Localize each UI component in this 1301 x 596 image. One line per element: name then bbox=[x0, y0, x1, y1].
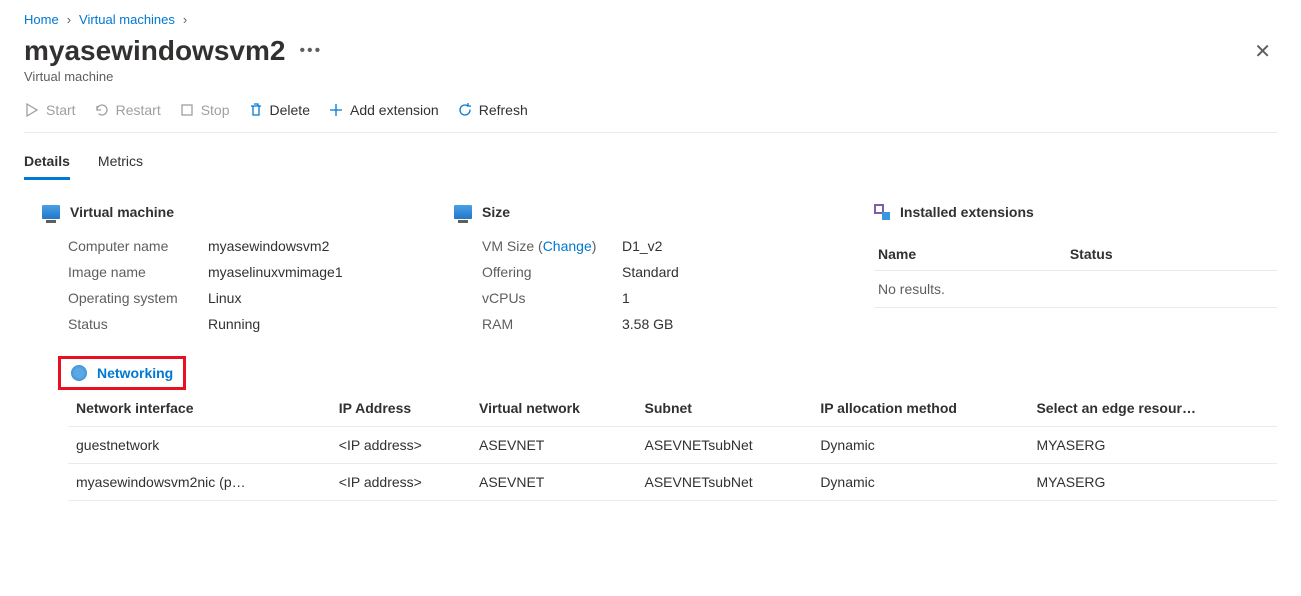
command-bar: Start Restart Stop Delete Add extension … bbox=[24, 102, 1277, 133]
section-heading-extensions: Installed extensions bbox=[874, 204, 1277, 220]
net-col-ip[interactable]: IP Address bbox=[331, 390, 471, 427]
table-row[interactable]: myasewindowsvm2nic (p… <IP address> ASEV… bbox=[68, 464, 1277, 501]
more-menu-icon[interactable]: ••• bbox=[299, 43, 322, 59]
chevron-right-icon: › bbox=[183, 12, 187, 27]
vm-icon bbox=[454, 205, 472, 219]
cell-ip: <IP address> bbox=[331, 427, 471, 464]
label-vm-size: VM Size (Change) bbox=[482, 238, 622, 254]
label-ram: RAM bbox=[482, 316, 622, 332]
cell-ip: <IP address> bbox=[331, 464, 471, 501]
label-computer-name: Computer name bbox=[68, 238, 208, 254]
page-title: myasewindowsvm2 bbox=[24, 35, 285, 67]
net-col-subnet[interactable]: Subnet bbox=[637, 390, 813, 427]
label-image-name: Image name bbox=[68, 264, 208, 280]
networking-table: Network interface IP Address Virtual net… bbox=[68, 390, 1277, 501]
stop-icon bbox=[179, 102, 195, 118]
cell-edge: MYASERG bbox=[1028, 464, 1277, 501]
close-icon[interactable]: ✕ bbox=[1248, 35, 1277, 68]
section-heading-networking[interactable]: Networking bbox=[71, 365, 173, 381]
extensions-empty: No results. bbox=[874, 271, 1277, 308]
label-status: Status bbox=[68, 316, 208, 332]
tab-details[interactable]: Details bbox=[24, 153, 70, 180]
start-button[interactable]: Start bbox=[24, 102, 76, 118]
play-icon bbox=[24, 102, 40, 118]
section-heading-size: Size bbox=[454, 204, 834, 220]
cell-alloc: Dynamic bbox=[812, 464, 1028, 501]
net-col-nic[interactable]: Network interface bbox=[68, 390, 331, 427]
delete-button[interactable]: Delete bbox=[248, 102, 310, 118]
globe-icon bbox=[71, 365, 87, 381]
refresh-button[interactable]: Refresh bbox=[457, 102, 528, 118]
add-extension-button[interactable]: Add extension bbox=[328, 102, 439, 118]
cell-vnet: ASEVNET bbox=[471, 427, 637, 464]
change-size-link[interactable]: Change bbox=[543, 238, 592, 254]
extensions-icon bbox=[874, 204, 890, 220]
cell-subnet: ASEVNETsubNet bbox=[637, 464, 813, 501]
value-image-name: myaselinuxvmimage1 bbox=[208, 264, 414, 280]
cell-nic: guestnetwork bbox=[68, 427, 331, 464]
section-heading-vm: Virtual machine bbox=[42, 204, 414, 220]
label-vcpus: vCPUs bbox=[482, 290, 622, 306]
value-ram: 3.58 GB bbox=[622, 316, 834, 332]
restart-button[interactable]: Restart bbox=[94, 102, 161, 118]
cell-edge: MYASERG bbox=[1028, 427, 1277, 464]
cell-alloc: Dynamic bbox=[812, 427, 1028, 464]
tab-strip: Details Metrics bbox=[24, 153, 1277, 180]
refresh-icon bbox=[457, 102, 473, 118]
label-operating-system: Operating system bbox=[68, 290, 208, 306]
table-row[interactable]: guestnetwork <IP address> ASEVNET ASEVNE… bbox=[68, 427, 1277, 464]
breadcrumb: Home › Virtual machines › bbox=[24, 12, 1277, 27]
value-offering: Standard bbox=[622, 264, 834, 280]
value-vcpus: 1 bbox=[622, 290, 834, 306]
ext-col-name: Name bbox=[874, 238, 1066, 271]
restart-icon bbox=[94, 102, 110, 118]
breadcrumb-home[interactable]: Home bbox=[24, 12, 59, 27]
value-vm-size: D1_v2 bbox=[622, 238, 834, 254]
highlight-networking: Networking bbox=[58, 356, 186, 390]
net-col-alloc[interactable]: IP allocation method bbox=[812, 390, 1028, 427]
ext-col-status: Status bbox=[1066, 238, 1277, 271]
stop-button[interactable]: Stop bbox=[179, 102, 230, 118]
value-operating-system: Linux bbox=[208, 290, 414, 306]
cell-nic: myasewindowsvm2nic (p… bbox=[68, 464, 331, 501]
cell-vnet: ASEVNET bbox=[471, 464, 637, 501]
tab-metrics[interactable]: Metrics bbox=[98, 153, 143, 180]
breadcrumb-virtual-machines[interactable]: Virtual machines bbox=[79, 12, 175, 27]
cell-subnet: ASEVNETsubNet bbox=[637, 427, 813, 464]
vm-icon bbox=[42, 205, 60, 219]
label-offering: Offering bbox=[482, 264, 622, 280]
page-subtitle: Virtual machine bbox=[24, 69, 322, 84]
value-computer-name: myasewindowsvm2 bbox=[208, 238, 414, 254]
value-status: Running bbox=[208, 316, 414, 332]
plus-icon bbox=[328, 102, 344, 118]
net-col-edge[interactable]: Select an edge resour… bbox=[1028, 390, 1277, 427]
extensions-table: Name Status No results. bbox=[874, 238, 1277, 308]
net-col-vnet[interactable]: Virtual network bbox=[471, 390, 637, 427]
chevron-right-icon: › bbox=[67, 12, 71, 27]
trash-icon bbox=[248, 102, 264, 118]
